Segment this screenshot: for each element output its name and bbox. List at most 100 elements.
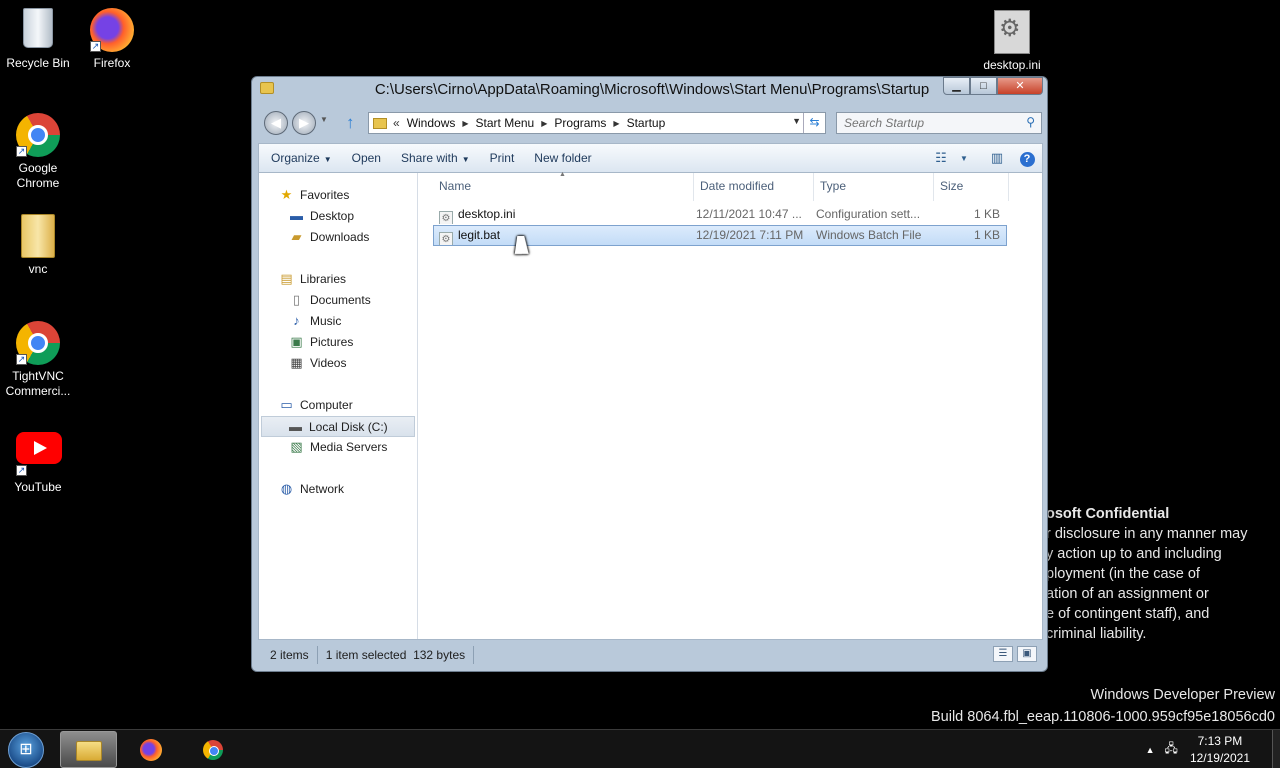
file-size: 1 KB <box>973 228 1000 242</box>
file-name: desktop.ini <box>458 207 516 221</box>
nav-item-libraries[interactable]: ▤ Libraries <box>259 269 417 290</box>
clock[interactable]: 7:13 PM 12/19/2021 <box>1190 733 1250 767</box>
open-button[interactable]: Open <box>342 151 391 165</box>
nav-label: Media Servers <box>310 440 388 454</box>
minimize-button[interactable]: ▁ <box>943 77 970 95</box>
navigation-pane: ★ Favorites ▬ Desktop ▰ Downloads ▤ Librarie… <box>259 173 418 639</box>
nav-label: Downloads <box>310 230 370 244</box>
desktop-icon-label: Google Chrome <box>16 161 60 190</box>
nav-item-computer[interactable]: ▭ Computer <box>259 395 417 416</box>
hard-disk-icon: ▬ <box>289 419 302 434</box>
nav-item-local-disk[interactable]: ▬ Local Disk (C:) <box>261 416 415 437</box>
file-date: 12/19/2021 7:11 PM <box>696 228 804 242</box>
nav-label: Desktop <box>310 209 355 223</box>
view-dropdown-icon[interactable]: ▼ <box>956 154 972 163</box>
media-server-icon: ▧ <box>290 439 303 454</box>
share-with-button[interactable]: Share with ▼ <box>391 151 480 165</box>
watermark-line: r disclosure in any manner may <box>1046 526 1248 542</box>
music-icon: ♪ <box>293 313 300 328</box>
refresh-icon[interactable]: ⇆ <box>803 113 825 133</box>
preview-pane-icon[interactable]: ▥ <box>982 150 1012 166</box>
network-status-icon[interactable]: 🖧 <box>1165 739 1178 760</box>
file-type: Configuration sett... <box>816 207 921 221</box>
nav-item-documents[interactable]: ▯ Documents <box>259 290 417 311</box>
desktop-icon-label: Firefox <box>93 56 131 70</box>
videos-icon: ▦ <box>290 355 303 370</box>
column-type[interactable]: Type <box>814 173 934 201</box>
organize-button[interactable]: Organize ▼ <box>259 151 342 165</box>
desktop-icon-label: Recycle Bin <box>6 56 70 70</box>
nav-item-videos[interactable]: ▦ Videos <box>259 353 417 374</box>
address-overflow[interactable]: « <box>393 116 400 130</box>
breadcrumb-start-menu[interactable]: Start Menu <box>469 116 542 130</box>
print-button[interactable]: Print <box>480 151 525 165</box>
column-size[interactable]: Size <box>934 173 1009 201</box>
nav-item-favorites[interactable]: ★ Favorites <box>259 185 417 206</box>
details-view-icon[interactable]: ☰ <box>993 646 1013 662</box>
explorer-window: C:\Users\Cirno\AppData\Roaming\Microsoft… <box>251 76 1048 672</box>
breadcrumb-startup[interactable]: Startup <box>620 116 673 130</box>
folder-icon <box>16 214 60 258</box>
desktop-icon: ▬ <box>290 208 303 223</box>
help-button[interactable]: ? <box>1012 150 1042 167</box>
documents-icon: ▯ <box>292 292 301 307</box>
firefox-icon: ↗ <box>90 8 134 52</box>
nav-item-downloads[interactable]: ▰ Downloads <box>259 227 417 248</box>
back-button[interactable]: ◀ <box>264 111 288 135</box>
show-hidden-icons-icon[interactable]: ▲ <box>1146 745 1155 755</box>
folder-icon <box>373 117 387 129</box>
desktop-icon-label: YouTube <box>14 480 62 494</box>
taskbar-chrome-button[interactable] <box>184 731 241 768</box>
new-folder-button[interactable]: New folder <box>524 151 601 165</box>
file-row-desktop-ini[interactable]: ⚙ desktop.ini 12/11/2021 10:47 ... Config… <box>433 204 1007 225</box>
status-bar: 2 items 1 item selected 132 bytes ☰ ▣ <box>258 642 1043 668</box>
explorer-icon <box>75 740 102 761</box>
search-input[interactable] <box>837 113 1015 133</box>
desktop-icon-youtube[interactable]: ↗ YouTube <box>0 426 76 495</box>
desktop-icon-google-chrome[interactable]: ↗ Google Chrome <box>0 113 76 191</box>
taskbar-explorer-button[interactable] <box>60 731 117 768</box>
search-box[interactable]: ⚲ <box>836 112 1042 134</box>
taskbar-firefox-button[interactable] <box>122 731 179 768</box>
nav-item-pictures[interactable]: ▣ Pictures <box>259 332 417 353</box>
desktop-icon-label: desktop.ini <box>983 58 1041 72</box>
build-edition: Windows Developer Preview <box>1090 687 1275 703</box>
desktop-icon-desktop-ini[interactable]: desktop.ini <box>974 10 1050 73</box>
search-icon[interactable]: ⚲ <box>1026 115 1035 129</box>
address-dropdown-icon[interactable]: ▼ <box>792 116 801 126</box>
settings-file-icon: ⚙ <box>439 211 453 224</box>
close-button[interactable]: ✕ <box>997 77 1043 95</box>
breadcrumb-windows[interactable]: Windows <box>400 116 463 130</box>
nav-item-desktop[interactable]: ▬ Desktop <box>259 206 417 227</box>
column-date-modified[interactable]: Date modified <box>694 173 814 201</box>
youtube-icon: ↗ <box>16 432 62 476</box>
large-icons-view-icon[interactable]: ▣ <box>1017 646 1037 662</box>
desktop-icon-vnc[interactable]: vnc <box>0 214 76 277</box>
watermark-line: e of contingent staff), and <box>1046 606 1210 622</box>
file-date: 12/11/2021 10:47 ... <box>696 207 802 221</box>
network-icon: ◍ <box>280 481 293 496</box>
forward-button[interactable]: ▶ <box>292 111 316 135</box>
show-desktop-button[interactable] <box>1272 730 1280 768</box>
breadcrumb-programs[interactable]: Programs <box>547 116 613 130</box>
up-arrow-icon[interactable]: ↑ <box>346 113 355 133</box>
desktop-icon-firefox[interactable]: ↗ Firefox <box>74 8 150 71</box>
nav-item-media-servers[interactable]: ▧ Media Servers <box>259 437 417 458</box>
desktop-icon-recycle-bin[interactable]: Recycle Bin <box>0 8 76 71</box>
watermark-title: osoft Confidential <box>1046 506 1170 522</box>
maximize-button[interactable]: □ <box>970 77 997 95</box>
change-view-icon[interactable]: ☷ <box>926 150 956 166</box>
nav-item-music[interactable]: ♪ Music <box>259 311 417 332</box>
title-bar[interactable]: C:\Users\Cirno\AppData\Roaming\Microsoft… <box>252 77 1047 103</box>
file-size: 1 KB <box>973 207 1000 221</box>
settings-file-icon <box>990 10 1034 54</box>
start-button[interactable]: ⊞ <box>8 732 44 768</box>
recent-pages-dropdown-icon[interactable]: ▼ <box>320 115 328 124</box>
star-icon: ★ <box>280 187 293 202</box>
desktop-icon-tightvnc[interactable]: ↗ TightVNC Commerci... <box>0 321 76 399</box>
address-bar[interactable]: « Windows ▶ Start Menu ▶ Programs ▶ Star… <box>368 112 826 134</box>
share-with-label: Share with <box>400 151 458 165</box>
nav-item-network[interactable]: ◍ Network <box>259 479 417 500</box>
status-selected-count: 1 item selected <box>325 648 407 662</box>
watermark-line: ation of an assignment or <box>1046 586 1209 602</box>
